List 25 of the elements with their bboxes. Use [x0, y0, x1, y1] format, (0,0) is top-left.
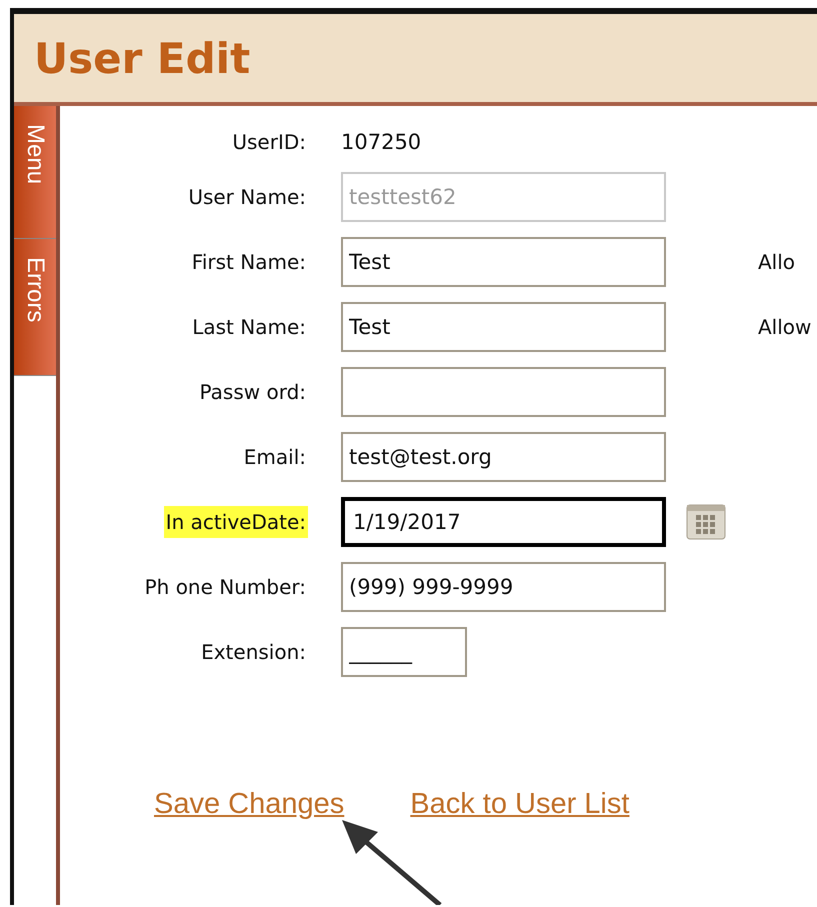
- field-label: Allo: [758, 250, 796, 274]
- field-label: First Name:: [190, 249, 307, 276]
- link[interactable]: Save Changes: [154, 788, 344, 821]
- input-field[interactable]: 1/19/2017: [341, 497, 666, 547]
- field-label: User Name:: [187, 184, 307, 211]
- link[interactable]: Back to User List: [410, 788, 630, 821]
- field-label: UserID:: [231, 129, 307, 156]
- input-field[interactable]: [341, 367, 666, 417]
- field-label: Ph one Number:: [144, 574, 307, 601]
- input-field[interactable]: ______: [341, 627, 467, 677]
- page-title: User Edit: [34, 34, 250, 82]
- field-label: Passw ord:: [198, 379, 307, 406]
- field-label: Email:: [242, 444, 307, 471]
- field-label: Last Name:: [191, 314, 307, 341]
- field-value: 107250: [341, 130, 422, 154]
- input-field[interactable]: Test: [341, 302, 666, 352]
- input-field[interactable]: (999) 999-9999: [341, 562, 666, 612]
- calendar-icon[interactable]: [686, 504, 726, 540]
- input-field[interactable]: Test: [341, 237, 666, 287]
- field-label: In activeDate:: [164, 506, 308, 538]
- side-tab[interactable]: Menu: [14, 106, 56, 239]
- field-label: Extension:: [200, 639, 307, 666]
- side-tab[interactable]: Errors: [14, 239, 56, 376]
- input-field[interactable]: test@test.org: [341, 432, 666, 482]
- field-label: Allow: [758, 315, 812, 339]
